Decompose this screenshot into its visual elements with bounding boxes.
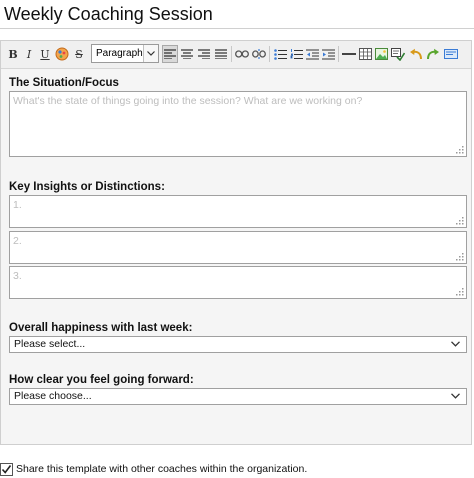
numbered-list-button[interactable]	[288, 45, 304, 63]
outdent-icon	[305, 48, 319, 60]
page-title: Weekly Coaching Session	[4, 4, 213, 24]
insight-field-3[interactable]: 3.	[9, 266, 467, 299]
share-option: Share this template with other coaches w…	[0, 461, 307, 477]
title-divider	[0, 28, 474, 29]
align-center-button[interactable]	[179, 45, 195, 63]
align-center-icon	[181, 49, 193, 59]
image-button[interactable]	[373, 45, 389, 63]
align-justify-icon	[215, 49, 227, 59]
align-justify-button[interactable]	[213, 45, 229, 63]
situation-placeholder: What's the state of things going into th…	[13, 95, 363, 107]
toolbar-separator	[231, 46, 232, 62]
strikethrough-button[interactable]: S	[71, 45, 87, 63]
unlink-button[interactable]	[251, 45, 267, 63]
bold-button[interactable]: B	[5, 45, 21, 63]
redo-icon	[427, 48, 439, 60]
happiness-select-value: Please select...	[14, 338, 86, 350]
indent-button[interactable]	[320, 45, 336, 63]
insight-placeholder: 3.	[13, 270, 22, 282]
chevron-down-icon	[143, 45, 158, 62]
undo-icon	[410, 48, 422, 60]
happiness-label: Overall happiness with last week:	[9, 322, 193, 334]
resize-grip-icon[interactable]	[456, 217, 464, 225]
toolbar-separator	[269, 46, 270, 62]
insights-label: Key Insights or Distinctions:	[9, 181, 165, 193]
horizontal-rule-button[interactable]	[341, 45, 357, 63]
situation-textarea[interactable]: What's the state of things going into th…	[9, 91, 467, 157]
image-icon	[374, 48, 388, 60]
bullet-list-button[interactable]	[272, 45, 288, 63]
share-label[interactable]: Share this template with other coaches w…	[16, 463, 307, 475]
clarity-label: How clear you feel going forward:	[9, 374, 194, 386]
insight-field-2[interactable]: 2.	[9, 231, 467, 264]
unlink-icon	[252, 49, 266, 59]
insert-template-button[interactable]	[390, 45, 406, 63]
insert-template-icon	[391, 47, 405, 61]
resize-grip-icon[interactable]	[456, 253, 464, 261]
editor-toolbar: B I U S Paragraph	[1, 41, 471, 69]
table-button[interactable]	[357, 45, 373, 63]
format-select-value: Paragraph	[96, 48, 143, 59]
align-right-icon	[198, 49, 210, 59]
resize-grip-icon[interactable]	[456, 146, 464, 154]
redo-button[interactable]	[425, 45, 441, 63]
happiness-select[interactable]: Please select...	[9, 336, 467, 353]
spellcheck-icon	[444, 49, 458, 59]
text-color-icon[interactable]	[54, 45, 70, 63]
insight-field-1[interactable]: 1.	[9, 195, 467, 228]
clarity-select[interactable]: Please choose...	[9, 388, 467, 405]
bullet-list-icon	[273, 48, 287, 60]
indent-icon	[321, 48, 335, 60]
align-left-button[interactable]	[162, 45, 178, 63]
italic-button[interactable]: I	[21, 45, 37, 63]
situation-label: The Situation/Focus	[9, 77, 119, 89]
resize-grip-icon[interactable]	[456, 288, 464, 296]
chevron-down-icon	[451, 341, 460, 347]
undo-button[interactable]	[408, 45, 424, 63]
form-content: The Situation/Focus What's the state of …	[1, 69, 471, 444]
table-icon	[358, 48, 372, 60]
checkmark-icon	[1, 464, 12, 474]
editor-panel: B I U S Paragraph The Situation/Focus Wh…	[0, 40, 472, 445]
link-button[interactable]	[234, 45, 250, 63]
align-right-button[interactable]	[196, 45, 212, 63]
outdent-button[interactable]	[304, 45, 320, 63]
clarity-select-value: Please choose...	[14, 390, 92, 402]
insight-placeholder: 1.	[13, 199, 22, 211]
share-checkbox[interactable]	[0, 462, 13, 476]
link-icon	[235, 50, 249, 58]
spellcheck-button[interactable]	[443, 45, 459, 63]
align-left-icon	[164, 49, 176, 59]
underline-button[interactable]: U	[37, 45, 53, 63]
numbered-list-icon	[290, 48, 303, 59]
insight-placeholder: 2.	[13, 235, 22, 247]
toolbar-separator	[338, 46, 339, 62]
horizontal-rule-icon	[342, 53, 356, 55]
format-select[interactable]: Paragraph	[91, 44, 159, 63]
chevron-down-icon	[451, 393, 460, 399]
